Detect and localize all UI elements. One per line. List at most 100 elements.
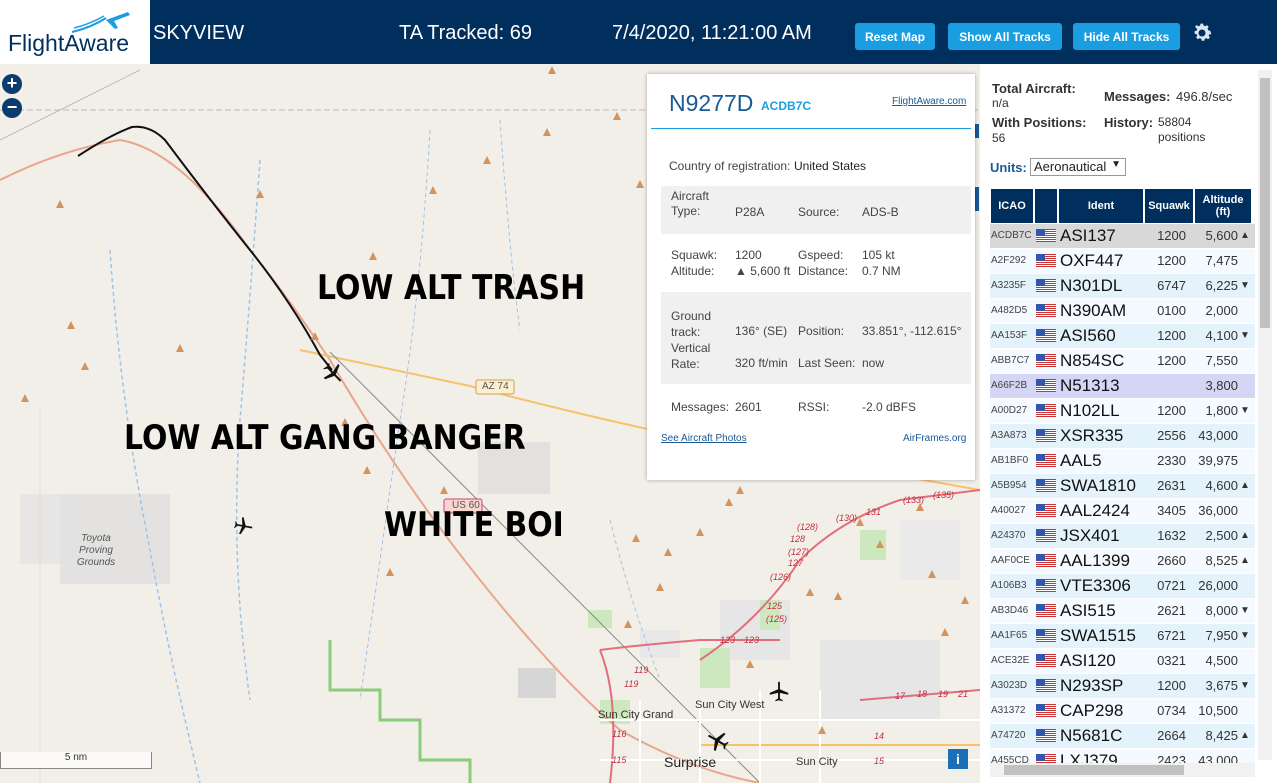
table-row[interactable]: ACDB7C ASI137 1200 5,600 ▲ xyxy=(990,224,1255,248)
table-row[interactable]: A24370 JSX401 1632 2,500 ▲ xyxy=(990,524,1255,548)
messages-rate-value: 496.8/sec xyxy=(1176,89,1233,104)
table-row[interactable]: A74720 N5681C 2664 8,425 ▲ xyxy=(990,724,1255,748)
table-row[interactable]: A106B3 VTE3306 0721 26,000 xyxy=(990,574,1255,598)
cell-vertical-trend: ▼ xyxy=(1240,330,1250,341)
popup-registration: N9277D xyxy=(669,90,754,116)
table-row[interactable]: A5B954 SWA1810 2631 4,600 ▲ xyxy=(990,474,1255,498)
table-row[interactable]: ACE32E ASI120 0321 4,500 xyxy=(990,649,1255,673)
table-row[interactable]: AA153F ASI560 1200 4,100 ▼ xyxy=(990,324,1255,348)
table-row[interactable]: A40027 AAL2424 3405 36,000 xyxy=(990,499,1255,523)
cell-ident: SWA1810 xyxy=(1060,476,1136,495)
column-header-flag[interactable] xyxy=(1035,189,1057,223)
cell-ident: SWA1515 xyxy=(1060,626,1136,645)
table-row[interactable]: A00D27 N102LL 1200 1,800 ▼ xyxy=(990,399,1255,423)
table-row[interactable]: A3A873 XSR335 2556 43,000 xyxy=(990,424,1255,448)
cell-icao: A5B954 xyxy=(991,480,1027,491)
table-row[interactable]: AB1BF0 AAL5 2330 39,975 xyxy=(990,449,1255,473)
tracked-count: TA Tracked: 69 xyxy=(399,22,533,44)
map-edge-tab xyxy=(975,187,979,211)
table-row[interactable]: AA1F65 SWA1515 6721 7,950 ▼ xyxy=(990,624,1255,648)
cell-icao: AA1F65 xyxy=(991,630,1028,641)
cell-icao: A00D27 xyxy=(991,405,1028,416)
table-row[interactable]: A3023D N293SP 1200 3,675 ▼ xyxy=(990,674,1255,698)
hide-all-tracks-button[interactable]: Hide All Tracks xyxy=(1073,23,1180,50)
column-header-icao[interactable]: ICAO xyxy=(991,189,1033,223)
cell-icao: AAF0CE xyxy=(991,555,1030,566)
flightaware-link[interactable]: FlightAware.com xyxy=(892,96,966,107)
cell-vertical-trend: ▼ xyxy=(1240,280,1250,291)
show-all-tracks-button[interactable]: Show All Tracks xyxy=(948,23,1062,50)
map-info-button[interactable]: i xyxy=(948,749,968,769)
ground-track-value: 136° (SE) xyxy=(735,324,788,338)
messages-label: Messages: xyxy=(671,400,730,414)
squawk-label: Squawk: xyxy=(671,248,718,262)
table-row[interactable]: A66F2B N51313 3,800 xyxy=(990,374,1255,398)
cell-vertical-trend xyxy=(1240,374,1252,398)
units-select[interactable]: Aeronautical ▼ xyxy=(1030,158,1126,176)
aircraft-icon[interactable] xyxy=(705,728,731,754)
place-label-sun-city: Sun City xyxy=(796,756,838,768)
cell-icao: A3235F xyxy=(991,280,1027,291)
cell-altitude: 8,425 xyxy=(1205,728,1238,743)
table-horizontal-scrollbar[interactable] xyxy=(990,763,1255,777)
svg-text:127: 127 xyxy=(788,558,804,568)
scrollbar-thumb[interactable] xyxy=(1260,78,1270,328)
country-value: United States xyxy=(794,159,867,173)
overlay-label-gang-banger: LOW ALT GANG BANGER xyxy=(124,418,526,458)
zoom-in-button[interactable]: + xyxy=(2,74,22,94)
table-row[interactable]: A3235F N301DL 6747 6,225 ▼ xyxy=(990,274,1255,298)
source-label: Source: xyxy=(798,205,840,219)
cell-altitude: 4,600 xyxy=(1205,478,1238,493)
table-row[interactable]: ABB7C7 N854SC 1200 7,550 xyxy=(990,349,1255,373)
reset-map-button[interactable]: Reset Map xyxy=(855,23,935,50)
table-row[interactable]: A31372 CAP298 0734 10,500 xyxy=(990,699,1255,723)
aircraft-icon[interactable] xyxy=(767,680,791,704)
units-label: Units: xyxy=(990,160,1027,175)
squawk-value: 1200 xyxy=(735,248,762,262)
cell-icao: A24370 xyxy=(991,530,1026,541)
cell-altitude: 3,675 xyxy=(1205,678,1238,693)
cell-icao: A74720 xyxy=(991,730,1026,741)
map-scale-bar: 5 nm xyxy=(0,752,152,769)
airframes-link[interactable]: AirFrames.org xyxy=(903,433,966,444)
svg-text:(125): (125) xyxy=(766,614,787,624)
units-select-value: Aeronautical xyxy=(1034,159,1107,174)
table-row[interactable]: AB3D46 ASI515 2621 8,000 ▼ xyxy=(990,599,1255,623)
cell-squawk: 2664 xyxy=(1157,728,1186,743)
road-label-az74: AZ 74 xyxy=(482,381,509,392)
rssi-label: RSSI: xyxy=(798,400,830,414)
cell-ident: ASI120 xyxy=(1060,651,1116,670)
aircraft-icon[interactable] xyxy=(232,515,254,537)
us-flag-icon xyxy=(1036,279,1056,292)
table-row[interactable]: A2F292 OXF447 1200 7,475 xyxy=(990,249,1255,273)
last-seen-value: now xyxy=(862,356,885,370)
flightaware-logo[interactable]: FlightAware xyxy=(0,0,150,64)
aircraft-selected-icon[interactable] xyxy=(320,360,346,386)
cell-vertical-trend: ▲ xyxy=(1240,480,1250,491)
gear-icon[interactable] xyxy=(1190,21,1214,45)
cell-altitude: 2,500 xyxy=(1205,528,1238,543)
column-header-ident[interactable]: Ident xyxy=(1059,189,1143,223)
table-row[interactable]: AAF0CE AAL1399 2660 8,525 ▲ xyxy=(990,549,1255,573)
see-aircraft-photos-link[interactable]: See Aircraft Photos xyxy=(661,433,747,444)
column-header-altitude[interactable]: Altitude (ft) xyxy=(1195,189,1251,223)
cell-vertical-trend: ▲ xyxy=(1240,730,1250,741)
cell-squawk: 2660 xyxy=(1157,553,1186,568)
place-label-toyota: Toyota Proving Grounds xyxy=(76,533,116,568)
cell-vertical-trend xyxy=(1240,699,1252,723)
zoom-out-button[interactable]: − xyxy=(2,98,22,118)
cell-vertical-trend: ▼ xyxy=(1240,680,1250,691)
cell-vertical-trend xyxy=(1240,249,1252,273)
us-flag-icon xyxy=(1036,504,1056,517)
cell-altitude: 3,800 xyxy=(1205,378,1238,393)
cell-squawk: 1632 xyxy=(1157,528,1186,543)
sidebar-scrollbar[interactable] xyxy=(1258,70,1272,760)
cell-ident: AAL2424 xyxy=(1060,501,1130,520)
cell-ident: N51313 xyxy=(1060,376,1120,395)
cell-altitude: 5,600 xyxy=(1205,228,1238,243)
aircraft-type-value: P28A xyxy=(735,205,765,219)
hscroll-thumb[interactable] xyxy=(1004,765,1184,775)
table-row[interactable]: A482D5 N390AM 0100 2,000 xyxy=(990,299,1255,323)
position-value: 33.851°, -112.615° xyxy=(862,324,962,338)
column-header-squawk[interactable]: Squawk xyxy=(1145,189,1193,223)
